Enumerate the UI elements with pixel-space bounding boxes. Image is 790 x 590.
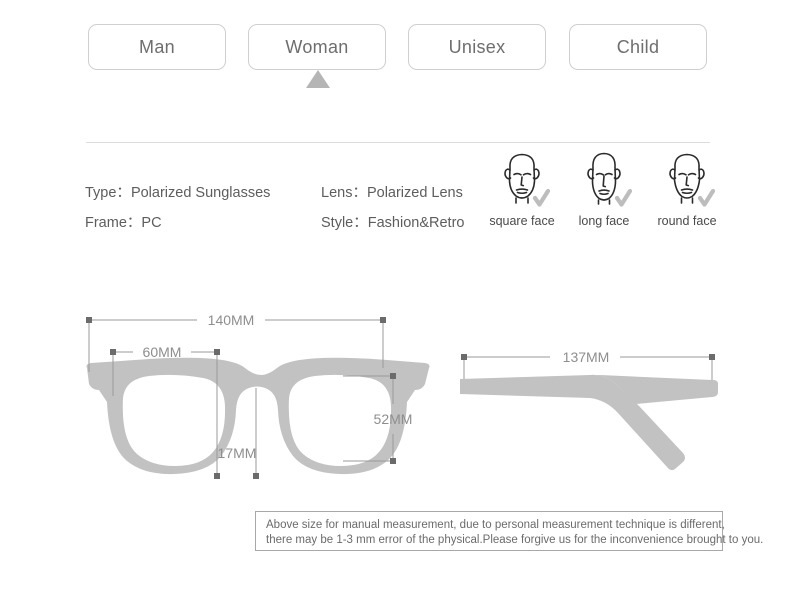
tab-man-label: Man: [139, 36, 175, 57]
tab-child-label: Child: [616, 36, 660, 57]
check-icon: [614, 188, 633, 207]
gender-tab-bar: Man Woman Unisex Child: [88, 24, 708, 71]
spec-frame-key: Frame：: [85, 215, 142, 231]
spec-style-key: Style：: [321, 215, 368, 231]
tab-unisex[interactable]: Unisex: [408, 24, 546, 70]
dimension-total-width-label: 140MM: [208, 312, 255, 328]
glasses-temple-artwork: [460, 374, 718, 471]
face-shape-square-label: square face: [489, 214, 555, 228]
spec-style: Style：Fashion&Retro: [321, 208, 464, 238]
long-face-icon: [587, 152, 633, 207]
check-icon: [532, 188, 551, 207]
spec-style-value: Fashion&Retro: [367, 215, 465, 231]
suitable-face-shapes: square face long face round face: [483, 146, 723, 234]
dimension-lens-height-label: 52MM: [374, 411, 413, 427]
spec-type-key: Type：: [85, 185, 131, 201]
dimension-lens-width-label: 60MM: [143, 344, 182, 360]
disclaimer-line-1: Above size for manual measurement, due t…: [266, 519, 725, 531]
square-face-icon: [504, 153, 551, 207]
measurement-disclaimer: Above size for manual measurement, due t…: [255, 511, 764, 551]
spec-lens: Lens：Polarized Lens: [321, 178, 463, 208]
spec-type-value: Polarized Sunglasses: [130, 185, 271, 201]
product-specifications: Type：Polarized Sunglasses Lens：Polarized …: [85, 178, 485, 238]
glasses-front-diagram: 140MM 60MM 52MM 17MM: [86, 312, 430, 479]
face-shape-long-label: long face: [578, 214, 630, 228]
spec-lens-key: Lens：: [321, 185, 367, 201]
dimension-bridge-width-label: 17MM: [218, 445, 257, 461]
face-shape-long: long face: [565, 146, 643, 228]
tab-child[interactable]: Child: [569, 24, 707, 70]
spec-row: Type：Polarized Sunglasses Lens：Polarized …: [85, 178, 485, 208]
tab-woman-label: Woman: [285, 36, 349, 57]
spec-lens-value: Polarized Lens: [366, 185, 463, 201]
spec-frame: Frame：PC: [85, 208, 321, 238]
dimension-temple-length-label: 137MM: [563, 349, 610, 365]
face-shape-round: round face: [648, 146, 726, 228]
face-shape-round-label: round face: [657, 214, 717, 228]
tab-unisex-label: Unisex: [448, 36, 506, 57]
round-face-icon: [669, 153, 716, 207]
tab-woman[interactable]: Woman: [248, 24, 386, 70]
spec-type: Type：Polarized Sunglasses: [85, 178, 321, 208]
face-shape-square: square face: [483, 146, 561, 228]
tab-man[interactable]: Man: [88, 24, 226, 70]
selected-tab-triangle-icon: [306, 70, 330, 88]
glasses-side-diagram: 137MM: [460, 349, 718, 471]
section-divider: [86, 142, 710, 143]
spec-row: Frame：PC Style：Fashion&Retro: [85, 208, 485, 238]
check-icon: [697, 188, 716, 207]
disclaimer-line-2: there may be 1-3 mm error of the physica…: [266, 534, 764, 546]
spec-frame-value: PC: [141, 215, 162, 231]
